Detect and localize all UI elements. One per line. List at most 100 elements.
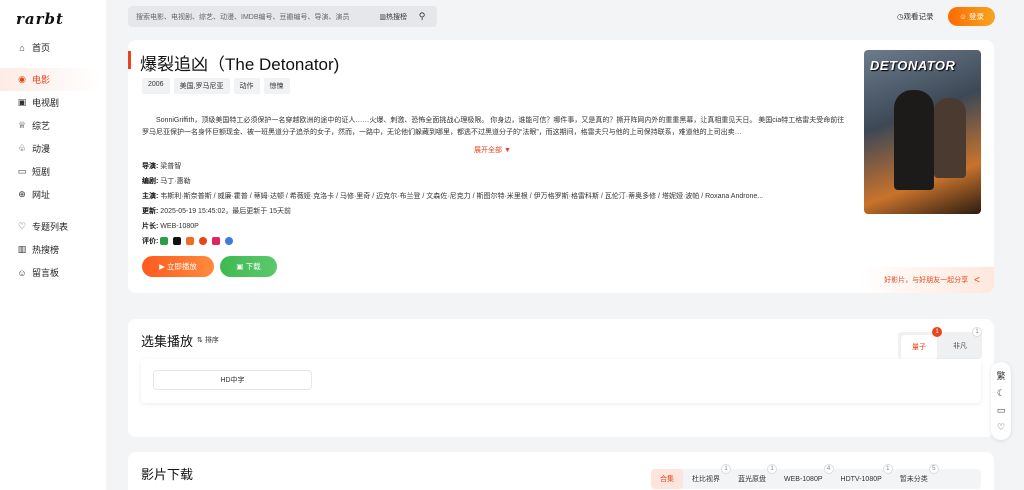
download-icon: ▣ (236, 262, 246, 271)
message-icon: ☺ (17, 267, 27, 278)
sidebar-item-variety[interactable]: ♕ 综艺 (0, 114, 106, 137)
source-label: 非凡 (953, 342, 967, 350)
sidebar-item-movies[interactable]: ◉ 电影 (0, 68, 100, 91)
length-value: WEB-1080P (160, 223, 199, 230)
tiktok-icon[interactable] (173, 237, 182, 246)
user-icon: ☺ (959, 12, 969, 21)
download-button[interactable]: ▣ 下载 (220, 256, 277, 277)
sidebar-item-topics[interactable]: ♡ 专题列表 (0, 215, 106, 238)
cast-value[interactable]: 韦斯利·斯奈普斯 / 威廉·霍普 / 蒂姆·达顿 / 希薇娅·克洛卡 / 马修·… (160, 193, 763, 200)
sidebar-item-label: 专题列表 (32, 222, 69, 232)
globe-icon: ⊕ (18, 189, 26, 199)
chart-icon: ▥ (379, 13, 386, 21)
search-input[interactable]: 搜索电影、电视剧、综艺、动漫、IMDB编号、豆瓣编号、导演、演员 (136, 12, 379, 22)
play-icon: ▶ (159, 262, 167, 271)
download-section-title: 影片下载 (141, 467, 194, 482)
movie-info: 导演: 梁普智 编剧: 马丁·惠勒 主演: 韦斯利·斯奈普斯 / 威廉·霍普 /… (142, 161, 852, 251)
weibo-icon[interactable] (199, 237, 208, 246)
site-logo[interactable]: rarbt (0, 10, 106, 32)
rating-label: 评价: (142, 238, 159, 245)
home-icon: ⌂ (19, 42, 25, 53)
sort-icon: ⇅ (197, 337, 203, 344)
traditional-chinese-toggle[interactable]: 繁 (996, 369, 1005, 382)
sidebar-item-tv[interactable]: ▣ 电视剧 (0, 91, 106, 114)
tab-all[interactable]: 合集 (651, 469, 683, 489)
writer-value[interactable]: 马丁·惠勒 (160, 178, 190, 185)
tag-genre[interactable]: 惊悚 (263, 78, 290, 94)
film-icon: ◉ (18, 74, 26, 84)
download-label: 下载 (245, 262, 261, 271)
episode-button[interactable]: HD中字 (153, 370, 312, 390)
director-value[interactable]: 梁普智 (160, 163, 181, 170)
douban-icon[interactable] (160, 237, 169, 246)
source-count-badge: 1 (972, 327, 982, 337)
tab-dolby-vision[interactable]: 杜比视界 1 (683, 464, 731, 489)
tab-uncategorized[interactable]: 暂未分类 5 (891, 464, 939, 489)
tab-source-feifan[interactable]: 非凡 (942, 332, 978, 359)
download-section: 影片下载 合集 杜比视界 1 蓝光原盘 1 WEB-1080P 4 HDTV-1080… (128, 452, 994, 490)
tab-source-liangzi[interactable]: 量子 (901, 335, 937, 359)
login-label: 登录 (968, 12, 984, 21)
episode-section: 选集播放 ⇅ 排序 量子 非凡 1 1 HD中字 (128, 319, 994, 437)
chart-icon: ▥ (17, 244, 27, 254)
moon-icon[interactable]: ☾ (997, 388, 1005, 399)
sidebar-item-shorts[interactable]: ▭ 短剧 (0, 160, 106, 183)
tag-region[interactable]: 美国,罗马尼亚 (173, 78, 230, 94)
length-row: 片长: WEB-1080P (142, 221, 852, 236)
comment-icon[interactable]: ▭ (997, 405, 1006, 416)
video-icon: ▭ (17, 166, 27, 176)
cast-row: 主演: 韦斯利·斯奈普斯 / 威廉·霍普 / 蒂姆·达顿 / 希薇娅·克洛卡 /… (142, 191, 852, 206)
tab-label: 蓝光原盘 (738, 476, 766, 483)
sort-button[interactable]: ⇅ 排序 (197, 335, 219, 345)
login-button[interactable]: ☺ 登录 (948, 7, 995, 26)
poster-title: DETONATOR (870, 58, 956, 73)
sidebar-item-label: 热搜榜 (32, 245, 60, 255)
sidebar-item-anime[interactable]: ♧ 动漫 (0, 137, 106, 160)
tab-hdtv-1080p[interactable]: HDTV-1080P 1 (832, 464, 893, 489)
play-now-button[interactable]: ▶ 立即播放 (142, 256, 214, 277)
sidebar-nav: ⌂ 首页 ◉ 电影 ▣ 电视剧 ♕ 综艺 ♧ 动漫 ▭ 短剧 ⊕ 网址 ♡ 专题列表 ▥ 热搜榜 … (0, 36, 106, 284)
expand-label: 展开全部 (474, 147, 502, 154)
sort-label: 排序 (204, 337, 219, 344)
tab-web-1080p[interactable]: WEB-1080P 4 (775, 464, 834, 489)
expand-all-button[interactable]: 展开全部 ▼ (474, 145, 511, 155)
updated-value: 2025-05-19 15:45:02，最后更新于 15天前 (160, 208, 292, 215)
tab-bluray[interactable]: 蓝光原盘 1 (729, 464, 777, 489)
play-label: 立即播放 (166, 262, 197, 271)
title-accent-bar (128, 51, 131, 69)
download-tabs: 合集 杜比视界 1 蓝光原盘 1 WEB-1080P 4 HDTV-1080P 1 暂未… (651, 464, 981, 489)
rating-site-icon[interactable] (186, 237, 195, 246)
sidebar-item-label: 综艺 (32, 121, 51, 131)
tag-genre[interactable]: 动作 (233, 78, 260, 94)
synopsis-text: SonniGriffith，顶级美国特工必须保护一名穿越欧洲的途中的证人……火爆… (142, 117, 845, 136)
floating-toolbar: 繁 ☾ ▭ ♡ (991, 362, 1011, 440)
share-label: 好影片，与好朋友一起分享 (884, 277, 969, 284)
share-banner[interactable]: 好影片，与好朋友一起分享 < (860, 267, 994, 293)
episode-list: HD中字 (141, 359, 981, 403)
rating-row: 评价: (142, 236, 852, 251)
synopsis-section: SonniGriffith，顶级美国特工必须保护一名穿越欧洲的途中的证人……火爆… (128, 105, 994, 159)
sidebar-item-guestbook[interactable]: ☺ 留言板 (0, 261, 106, 284)
sidebar-item-links[interactable]: ⊕ 网址 (0, 183, 106, 206)
search-bar[interactable]: 搜索电影、电视剧、综艺、动漫、IMDB编号、豆瓣编号、导演、演员 ▥热搜榜 ⚲ (128, 6, 437, 27)
updated-label: 更新: (142, 208, 159, 215)
sidebar: rarbt ⌂ 首页 ◉ 电影 ▣ 电视剧 ♕ 综艺 ♧ 动漫 ▭ 短剧 ⊕ 网址 ♡ 专题列表… (0, 0, 106, 490)
sidebar-item-label: 留言板 (32, 268, 60, 278)
sidebar-item-label: 首页 (32, 43, 51, 53)
rating-site-icon[interactable] (212, 237, 221, 246)
tab-label: HDTV-1080P (840, 475, 882, 483)
hot-search-label: 热搜榜 (386, 13, 407, 21)
rating-site-icon[interactable] (225, 237, 234, 246)
sidebar-item-home[interactable]: ⌂ 首页 (0, 36, 106, 59)
tag-year[interactable]: 2006 (142, 78, 170, 94)
search-icon[interactable]: ⚲ (415, 11, 429, 22)
episode-section-title: 选集播放 (141, 334, 194, 349)
heart-icon: ♡ (17, 221, 27, 231)
sidebar-item-hot-search[interactable]: ▥ 热搜榜 (0, 238, 106, 261)
tab-label: 杜比视界 (692, 476, 720, 483)
heart-icon[interactable]: ♡ (997, 422, 1005, 433)
source-count-badge: 1 (932, 327, 942, 337)
hot-search-link[interactable]: ▥热搜榜 (379, 12, 407, 22)
watch-history-link[interactable]: ◷观看记录 (897, 11, 934, 22)
sidebar-item-label: 短剧 (32, 167, 51, 177)
